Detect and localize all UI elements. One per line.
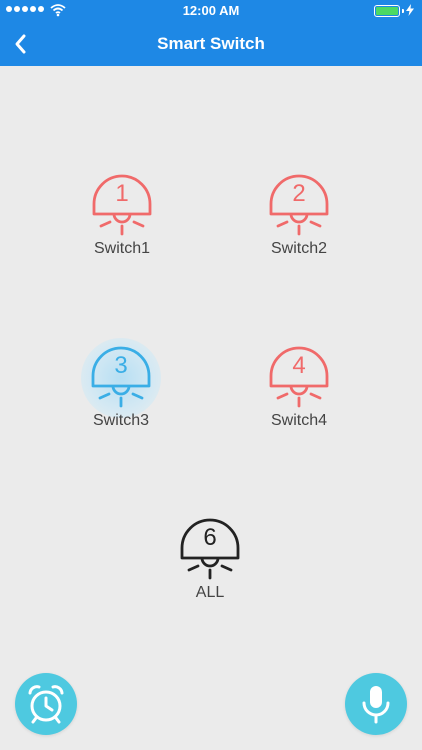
switch-number: 6	[203, 524, 216, 551]
switch-1-button[interactable]: 1 Switch1	[57, 170, 187, 280]
nav-bar: Smart Switch	[0, 22, 422, 66]
status-time: 12:00 AM	[182, 3, 240, 18]
switch-4-button[interactable]: 4 Switch4	[234, 342, 364, 452]
microphone-icon	[362, 686, 390, 724]
switch-number: 4	[292, 352, 305, 379]
switch-2-button[interactable]: 2 Switch2	[234, 170, 364, 280]
charging-icon	[406, 4, 414, 16]
lamp-icon: 6	[180, 518, 240, 580]
switch-number: 3	[114, 352, 127, 379]
alarm-clock-icon	[28, 685, 64, 724]
lamp-icon: 3	[91, 346, 151, 408]
lamp-icon: 2	[269, 174, 329, 236]
switch-number: 1	[115, 180, 128, 207]
switch-label: ALL	[195, 584, 225, 601]
lamp-icon: 4	[269, 346, 329, 408]
switch-label: Switch3	[92, 412, 150, 429]
lamp-icon: 1	[92, 174, 152, 236]
battery-icon	[374, 5, 400, 17]
all-switch-button[interactable]: 6 ALL	[145, 514, 275, 624]
page-title: Smart Switch	[157, 34, 265, 53]
timer-button[interactable]	[15, 673, 77, 735]
switch-number: 2	[292, 180, 305, 207]
switch-label: Switch1	[93, 240, 151, 257]
switch-3-button[interactable]: 3 Switch3	[56, 338, 186, 452]
switch-label: Switch2	[270, 240, 328, 257]
switch-label: Switch4	[270, 412, 328, 429]
voice-button[interactable]	[345, 673, 407, 735]
status-bar: 12:00 AM	[0, 0, 422, 22]
